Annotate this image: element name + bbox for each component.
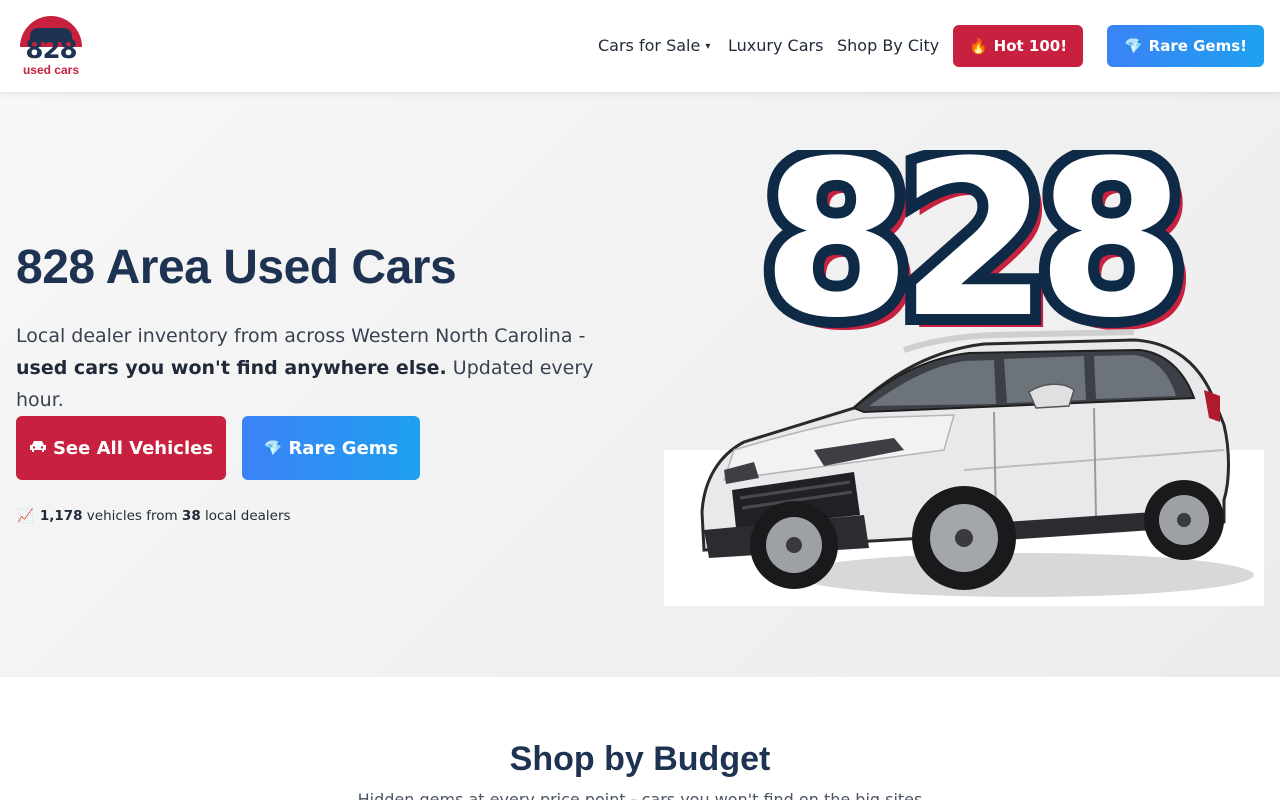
rare-gems-hero-label: Rare Gems	[288, 437, 399, 459]
rare-gems-nav-button[interactable]: 💎 Rare Gems!	[1107, 25, 1264, 67]
hero-description-prefix: Local dealer inventory from across Weste…	[16, 325, 586, 347]
site-header: 828 used cars Cars for Sale ▾ Luxury Cars…	[0, 0, 1280, 92]
rare-gems-hero-button[interactable]: 💎 Rare Gems	[242, 416, 420, 480]
rare-gems-nav-label: Rare Gems!	[1148, 37, 1248, 55]
vehicles-text: vehicles from	[82, 508, 182, 524]
hero-description: Local dealer inventory from across Weste…	[16, 320, 616, 416]
fire-icon: 🔥	[968, 37, 988, 55]
hero-section: 828 Area Used Cars Local dealer inventor…	[0, 92, 1280, 677]
nav-luxury-cars[interactable]: Luxury Cars	[728, 25, 823, 67]
inventory-stats: 📈 1,178 vehicles from 38 local dealers	[17, 508, 291, 524]
gem-icon: 💎	[263, 439, 283, 457]
hero-car-illustration: 828 828	[664, 150, 1264, 606]
see-all-vehicles-button[interactable]: See All Vehicles	[16, 416, 226, 480]
main-nav: Cars for Sale ▾ Luxury Cars Shop By City	[0, 25, 1280, 67]
nav-cars-for-sale-label: Cars for Sale	[598, 36, 701, 55]
dealers-text: local dealers	[200, 508, 291, 524]
hot-100-label: Hot 100!	[993, 37, 1068, 55]
chevron-down-icon: ▾	[705, 41, 711, 52]
see-all-vehicles-label: See All Vehicles	[52, 437, 214, 459]
shop-by-budget-title: Shop by Budget	[509, 740, 771, 778]
car-icon	[29, 439, 47, 457]
nav-shop-by-city[interactable]: Shop By City	[837, 25, 939, 67]
vehicle-count: 1,178	[39, 508, 83, 524]
chart-increasing-icon: 📈	[17, 508, 34, 524]
hot-100-button[interactable]: 🔥 Hot 100!	[953, 25, 1083, 67]
hero-title: 828 Area Used Cars	[16, 241, 457, 294]
gem-icon: 💎	[1123, 37, 1143, 55]
hero-description-bold: used cars you won't find anywhere else.	[16, 357, 447, 379]
shop-by-budget-subtitle: Hidden gems at every price point - cars …	[357, 790, 923, 800]
dealer-count: 38	[181, 508, 201, 524]
nav-cars-for-sale[interactable]: Cars for Sale ▾	[598, 25, 710, 67]
